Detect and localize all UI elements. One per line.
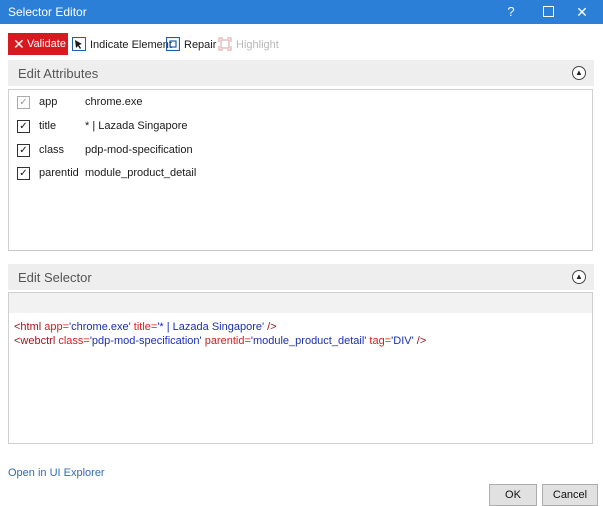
attribute-checkbox-parentid[interactable]: ✓	[17, 167, 30, 180]
attribute-row-app: ✓ app chrome.exe	[9, 92, 592, 114]
code-token: app=	[44, 321, 70, 333]
code-token: />	[413, 335, 427, 347]
edit-attributes-title: Edit Attributes	[18, 66, 99, 81]
code-token: tag=	[366, 335, 392, 347]
chevron-up-icon: ▲	[575, 68, 583, 77]
attribute-checkbox-app[interactable]: ✓	[17, 96, 30, 109]
attribute-checkbox-class[interactable]: ✓	[17, 144, 30, 157]
attribute-value[interactable]: pdp-mod-specification	[85, 144, 193, 156]
edit-selector-header: Edit Selector ▲	[8, 264, 594, 290]
indicate-element-label: Indicate Element	[90, 39, 172, 51]
close-x-icon: ✕	[13, 36, 25, 52]
attribute-row-title: ✓ title * | Lazada Singapore	[9, 116, 592, 138]
highlight-icon	[218, 37, 232, 51]
code-token: />	[264, 321, 277, 333]
code-token: title=	[130, 321, 158, 333]
edit-attributes-header: Edit Attributes ▲	[8, 60, 594, 86]
attributes-list: ✓ app chrome.exe ✓ title * | Lazada Sing…	[8, 89, 593, 251]
indicate-element-icon	[72, 37, 86, 51]
attribute-value[interactable]: * | Lazada Singapore	[85, 120, 188, 132]
attribute-value[interactable]: module_product_detail	[85, 167, 196, 179]
repair-icon	[166, 37, 180, 51]
code-token: 'DIV'	[391, 335, 414, 347]
close-button[interactable]: ✕	[565, 0, 599, 24]
attribute-checkbox-title[interactable]: ✓	[17, 120, 30, 133]
code-token: 'pdp-mod-specification'	[89, 335, 202, 347]
selector-editor-textarea[interactable]: <html app='chrome.exe' title='* | Lazada…	[8, 292, 593, 444]
code-token: <webctrl	[14, 335, 59, 347]
selector-line-1: <html app='chrome.exe' title='* | Lazada…	[14, 321, 277, 333]
maximize-icon	[542, 6, 554, 17]
selector-line-2: <webctrl class='pdp-mod-specification' p…	[14, 335, 426, 347]
title-bar: Selector Editor ? ✕	[0, 0, 603, 24]
help-button[interactable]: ?	[494, 0, 528, 24]
highlight-label: Highlight	[236, 39, 279, 51]
attribute-name: title	[39, 120, 57, 132]
code-token: class=	[58, 335, 90, 347]
collapse-attributes-button[interactable]: ▲	[572, 66, 586, 80]
ok-button[interactable]: OK	[489, 484, 537, 506]
repair-label: Repair	[184, 39, 217, 51]
attribute-row-parentid: ✓ parentid module_product_detail	[9, 163, 592, 185]
code-token: <html	[14, 321, 45, 333]
window-title: Selector Editor	[8, 5, 87, 19]
toolbar: ✕ Validate Indicate Element Repair Highl…	[0, 33, 603, 57]
open-in-ui-explorer-link[interactable]: Open in UI Explorer	[8, 467, 105, 479]
selector-strip	[9, 293, 592, 313]
collapse-selector-button[interactable]: ▲	[572, 270, 586, 284]
attribute-row-class: ✓ class pdp-mod-specification	[9, 140, 592, 162]
validate-label: Validate	[27, 38, 66, 50]
attribute-value[interactable]: chrome.exe	[85, 96, 142, 108]
code-token: '* | Lazada Singapore'	[157, 321, 265, 333]
attribute-name: app	[39, 96, 58, 108]
attribute-name: parentid	[39, 167, 79, 179]
code-token: parentid=	[201, 335, 251, 347]
chevron-up-icon: ▲	[575, 272, 583, 281]
validate-button[interactable]: ✕ Validate	[8, 33, 68, 55]
attribute-name: class	[39, 144, 65, 156]
edit-selector-title: Edit Selector	[18, 270, 92, 285]
cancel-button[interactable]: Cancel	[542, 484, 598, 506]
code-token: 'chrome.exe'	[69, 321, 131, 333]
maximize-button[interactable]	[531, 0, 565, 24]
code-token: 'module_product_detail'	[250, 335, 367, 347]
